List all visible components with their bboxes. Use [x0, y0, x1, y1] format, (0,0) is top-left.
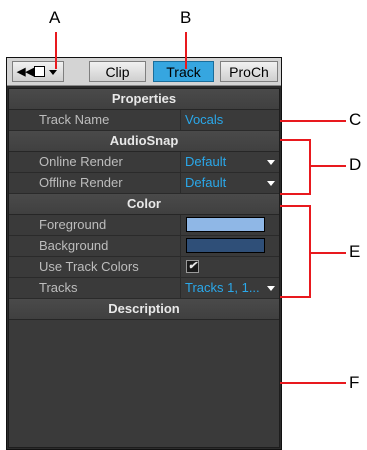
row-foreground[interactable]: Foreground — [9, 215, 279, 236]
section-color[interactable]: Color — [9, 194, 279, 215]
tab-proch[interactable]: ProCh — [220, 61, 278, 82]
row-use-track-colors[interactable]: Use Track Colors ✔ — [9, 257, 279, 278]
inspector-panel: ◀◀ Clip Track ProCh Properties Track Nam… — [6, 57, 282, 450]
use-track-colors-label: Use Track Colors — [9, 257, 181, 277]
tab-track[interactable]: Track — [153, 61, 214, 82]
callout-e-bracket-bottom — [280, 296, 310, 298]
track-name-label: Track Name — [9, 110, 181, 130]
dropdown-arrow-icon — [49, 70, 57, 75]
background-label: Background — [9, 236, 181, 256]
tracks-label: Tracks — [9, 278, 181, 298]
row-background[interactable]: Background — [9, 236, 279, 257]
callout-d-bracket-bottom — [280, 193, 310, 195]
online-render-label: Online Render — [9, 152, 181, 172]
inspector-tab-bar: ◀◀ Clip Track ProCh — [7, 58, 281, 86]
callout-e-bracket-top — [280, 205, 310, 207]
dropdown-arrow-icon — [267, 181, 275, 186]
foreground-field[interactable] — [182, 215, 279, 235]
offline-render-dropdown[interactable]: Default — [182, 173, 279, 193]
dropdown-arrow-icon — [267, 160, 275, 165]
online-render-dropdown[interactable]: Default — [182, 152, 279, 172]
callout-c-line — [280, 120, 346, 122]
row-online-render[interactable]: Online Render Default — [9, 152, 279, 173]
background-field[interactable] — [182, 236, 279, 256]
callout-d-bracket-top — [280, 139, 310, 141]
track-name-value[interactable]: Vocals — [182, 110, 279, 130]
foreground-label: Foreground — [9, 215, 181, 235]
use-track-colors-field[interactable]: ✔ — [182, 257, 279, 277]
callout-d-bracket-vert — [309, 139, 311, 195]
online-render-value: Default — [185, 154, 227, 169]
callout-b: B — [180, 8, 192, 27]
callout-b-line — [185, 32, 187, 69]
callout-d: D — [349, 155, 362, 174]
section-audiosnap[interactable]: AudioSnap — [9, 131, 279, 152]
callout-e-line — [311, 252, 346, 254]
row-offline-render[interactable]: Offline Render Default — [9, 173, 279, 194]
window-layout-icon — [34, 66, 45, 77]
callout-a-line — [55, 32, 57, 69]
double-left-arrow-icon: ◀◀ — [17, 66, 34, 78]
row-tracks[interactable]: Tracks Tracks 1, 1... — [9, 278, 279, 299]
section-description[interactable]: Description — [9, 299, 279, 320]
tracks-dropdown[interactable]: Tracks 1, 1... — [182, 278, 279, 298]
tracks-value: Tracks 1, 1... — [185, 280, 260, 295]
callout-f: F — [349, 373, 360, 392]
callout-a: A — [49, 8, 61, 27]
properties-grid: Properties Track Name Vocals AudioSnap O… — [8, 88, 280, 448]
tab-clip[interactable]: Clip — [89, 61, 146, 82]
callout-e: E — [349, 242, 361, 261]
dropdown-arrow-icon — [267, 286, 275, 291]
callout-d-line — [311, 165, 346, 167]
callout-f-line — [280, 382, 346, 384]
offline-render-label: Offline Render — [9, 173, 181, 193]
foreground-color-swatch[interactable] — [186, 217, 265, 232]
offline-render-value: Default — [185, 175, 227, 190]
callout-c: C — [349, 110, 362, 129]
background-color-swatch[interactable] — [186, 238, 265, 253]
row-track-name[interactable]: Track Name Vocals — [9, 110, 279, 131]
description-text-area[interactable] — [9, 323, 279, 447]
use-track-colors-checkbox[interactable]: ✔ — [186, 260, 199, 273]
section-properties[interactable]: Properties — [9, 89, 279, 110]
